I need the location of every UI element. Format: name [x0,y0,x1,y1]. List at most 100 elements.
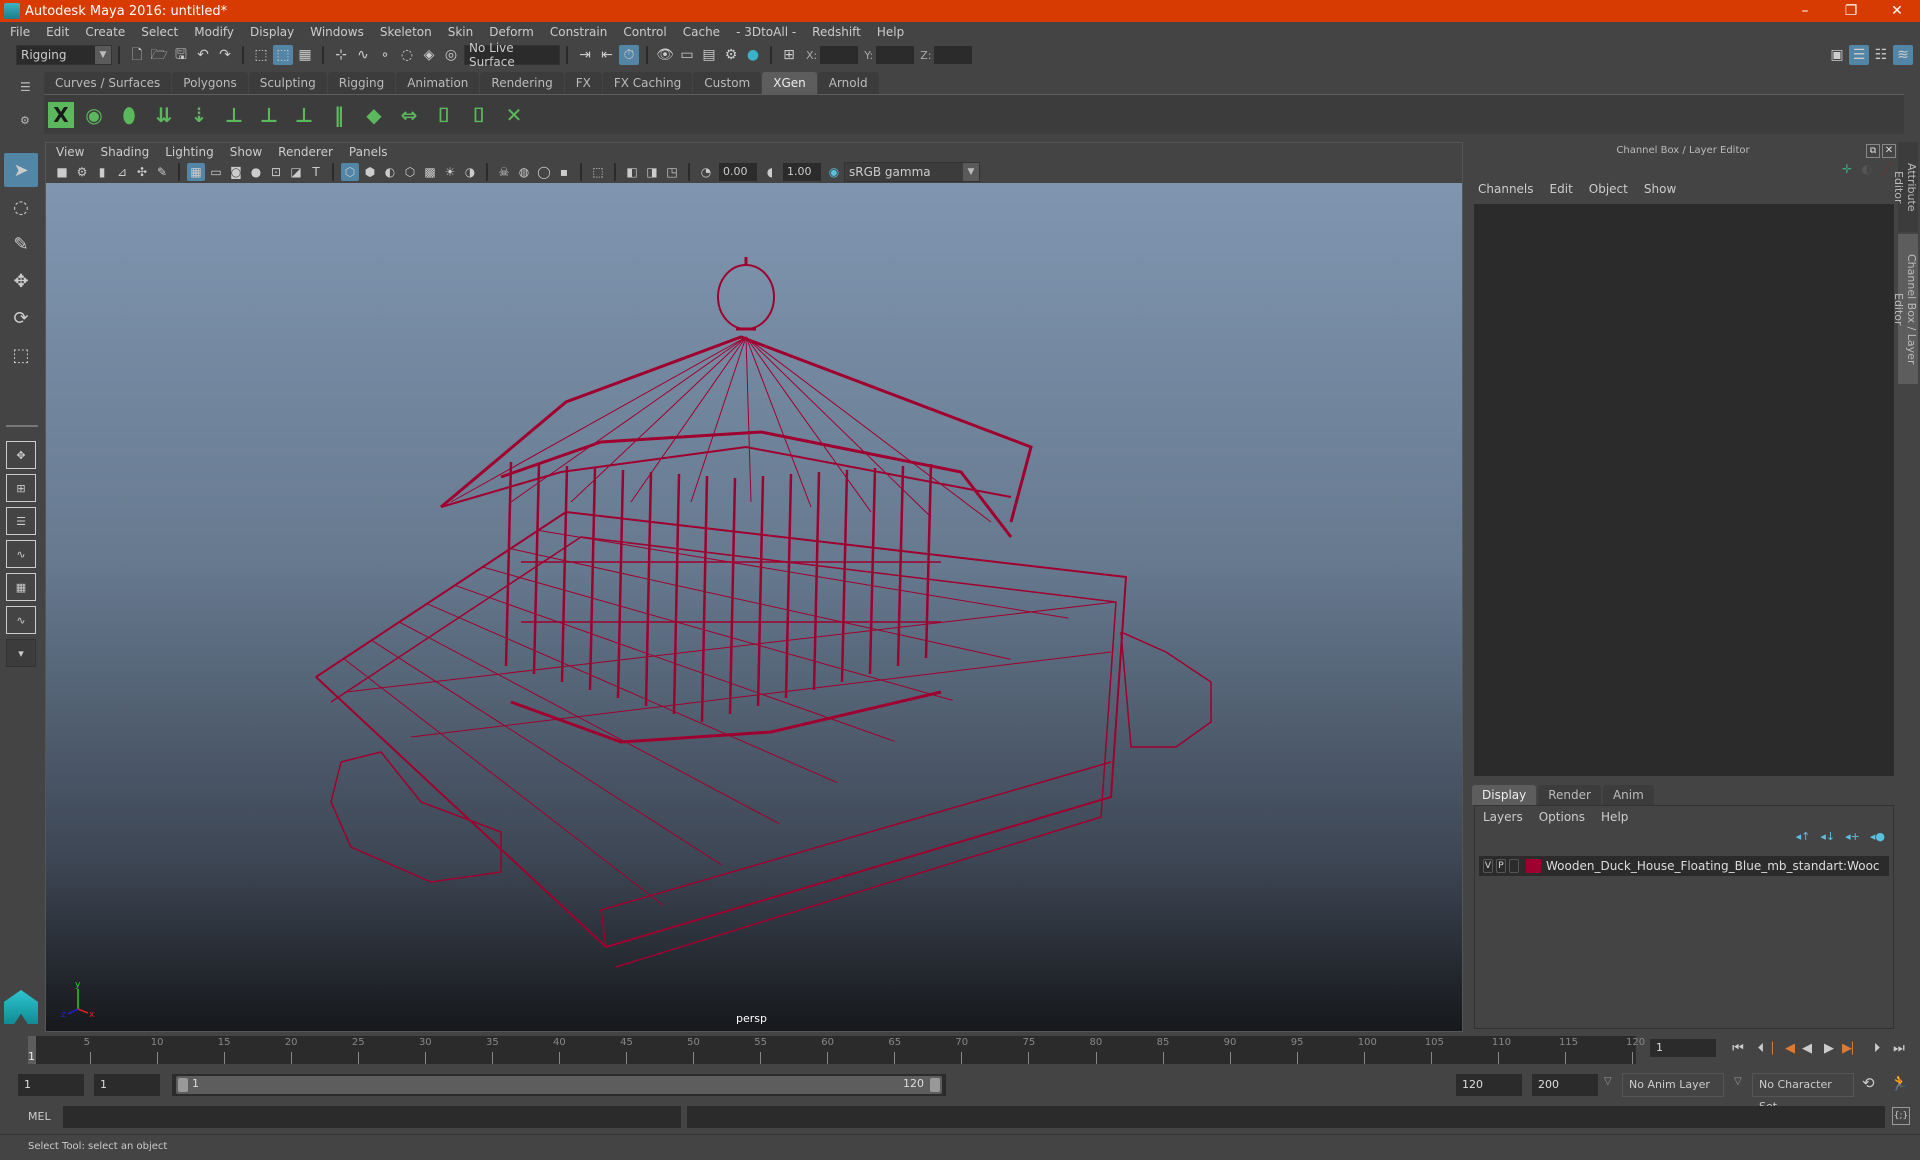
layer-display-type-toggle[interactable] [1509,859,1519,873]
xgen-editor-icon[interactable]: X [48,101,74,128]
anim-layer-dropdown[interactable]: No Anim Layer [1622,1073,1724,1097]
shelf-tab-rigging[interactable]: Rigging [327,72,396,94]
select-object-icon[interactable]: ⬚ [273,45,293,65]
motion-blur-icon[interactable]: ◍ [515,163,533,181]
lights-icon[interactable]: ☀ [441,163,459,181]
anti-aliasing-icon[interactable]: ◯ [535,163,553,181]
xgen-hide-icon[interactable]: ⬮ [114,100,144,130]
layer-row[interactable]: V P Wooden_Duck_House_Floating_Blue_mb_s… [1479,856,1889,876]
cb-menu-object[interactable]: Object [1589,182,1628,196]
speed-icon[interactable]: ◐ [1862,162,1872,176]
scene-end-field[interactable]: 200 [1532,1074,1598,1096]
restore-button[interactable]: ❐ [1828,0,1874,22]
exposure-field[interactable]: 0.00 [719,163,757,181]
menu-select[interactable]: Select [141,25,178,39]
transform-mode-icon[interactable]: ⊞ [779,45,799,65]
xgen-guides-icon[interactable]: ‖ [324,100,354,130]
cb-menu-show[interactable]: Show [1644,182,1676,196]
hyper-icon[interactable]: ╱ [1883,162,1890,176]
xgen-select-guide-icon[interactable]: ⇣ [184,100,214,130]
gamma-field[interactable]: 1.00 [783,163,821,181]
shelf-tab-sculpting[interactable]: Sculpting [248,72,327,94]
select-hierarchy-icon[interactable]: ⬚ [251,45,271,65]
y-field[interactable]: Y: [864,46,915,64]
side-tab-channel-box[interactable]: Channel Box / Layer Editor [1892,234,1918,384]
float-panel-button[interactable]: ⧉ [1866,144,1880,158]
step-forward-frame-button[interactable]: ▶⎸ [1842,1039,1865,1059]
save-scene-icon[interactable]: 🖫 [171,45,191,65]
script-editor-icon[interactable]: {;} [1892,1107,1910,1125]
range-slider[interactable]: 1 120 [172,1074,946,1096]
tool-settings-icon[interactable]: ☷ [1871,45,1891,65]
snap-surface-icon[interactable]: ◎ [441,45,461,65]
viewport-menu-shading[interactable]: Shading [100,145,149,159]
menu-deform[interactable]: Deform [489,25,534,39]
new-layer-icon[interactable]: ◂+ [1845,830,1860,843]
resolution-gate-icon[interactable]: ◙ [227,163,245,181]
layer-playback-toggle[interactable]: P [1496,859,1506,873]
grease-pencil-icon[interactable]: ✎ [153,163,171,181]
shelf-menu-icon[interactable]: ☰ [20,80,31,94]
wireframe-icon[interactable]: ⬡ [341,163,359,181]
lasso-tool-icon[interactable]: ◌ [4,190,38,224]
chevron-down-icon[interactable]: ▽ [1734,1076,1742,1087]
mode-dropdown[interactable]: Rigging ▼ [16,45,112,65]
move-layer-up-icon[interactable]: ◂↑ [1796,830,1811,843]
play-forwards-button[interactable]: ▶ [1818,1039,1840,1059]
attribute-editor-toggle-icon[interactable]: ☰ [1849,45,1869,65]
layer-menu-layers[interactable]: Layers [1483,810,1523,824]
gate-mask-icon[interactable]: ● [247,163,265,181]
color-management-toggle-icon[interactable]: ◉ [825,163,843,181]
menu-constrain[interactable]: Constrain [550,25,608,39]
menu-edit[interactable]: Edit [46,25,69,39]
layer-menu-options[interactable]: Options [1539,810,1585,824]
cb-menu-channels[interactable]: Channels [1478,182,1534,196]
use-default-material-icon[interactable]: ◐ [381,163,399,181]
current-frame-field[interactable]: 1 [1650,1039,1716,1057]
shelf-tab-xgen[interactable]: XGen [762,72,817,94]
viewport-menu-renderer[interactable]: Renderer [278,145,333,159]
channel-box-toggle-icon[interactable]: ≋ [1893,45,1913,65]
time-slider-track[interactable]: 1 5 10 15 20 25 30 35 40 45 50 55 60 65 70 75 80 85 90 95 1… [28,1036,1645,1064]
xgen-guide-lock-icon[interactable]: ⊥ [289,100,319,130]
animation-preferences-icon[interactable]: 🏃 [1890,1074,1909,1092]
hypershade-layout-icon[interactable]: ▦ [6,573,36,601]
viewport-menu-lighting[interactable]: Lighting [165,145,214,159]
side-tab-attribute-editor[interactable]: Attribute Editor [1892,142,1918,232]
snap-live-icon[interactable]: ◈ [419,45,439,65]
persp-outliner-layout-icon[interactable]: ☰ [6,507,36,535]
scene-start-field[interactable]: 1 [18,1074,84,1096]
grid-toggle-icon[interactable]: ▦ [187,163,205,181]
single-perspective-layout-icon[interactable]: ✥ [6,441,36,469]
menu-file[interactable]: File [10,25,30,39]
menu-windows[interactable]: Windows [310,25,364,39]
xgen-guide-view-icon[interactable]: ⊥ [254,100,284,130]
textured-icon[interactable]: ▩ [421,163,439,181]
shelf-tab-custom[interactable]: Custom [693,72,762,94]
smooth-shade-icon[interactable]: ⬢ [361,163,379,181]
menu-control[interactable]: Control [623,25,666,39]
snap-point-icon[interactable]: ∘ [375,45,395,65]
viewport-menu-view[interactable]: View [56,145,84,159]
persp-graph-layout-icon[interactable]: ∿ [6,540,36,568]
rotate-tool-icon[interactable]: ⟳ [4,301,38,335]
range-end-handle[interactable] [930,1078,940,1092]
bookmark-icon[interactable]: ▮ [93,163,111,181]
command-language-label[interactable]: MEL [28,1110,51,1123]
select-tool-icon[interactable]: ➤ [4,153,38,187]
command-input[interactable] [63,1106,681,1128]
menu-3dtoall[interactable]: - 3DtoAll - [736,25,796,39]
move-layer-down-icon[interactable]: ◂↓ [1820,830,1835,843]
x-field[interactable]: X: [806,46,859,64]
playback-end-field[interactable]: 120 [1456,1074,1522,1096]
close-panel-button[interactable]: ✕ [1882,144,1896,158]
camera-attributes-icon[interactable]: ⚙ [73,163,91,181]
image-plane-icon[interactable]: ⊿ [113,163,131,181]
xray-joints-icon[interactable]: ◳ [663,163,681,181]
cb-menu-edit[interactable]: Edit [1550,182,1573,196]
new-layer-selected-icon[interactable]: ◂● [1870,830,1885,843]
layer-visibility-toggle[interactable]: V [1483,859,1493,873]
snap-view-plane-icon[interactable]: ◌ [397,45,417,65]
open-scene-icon[interactable]: 🗁 [149,45,169,65]
safe-action-icon[interactable]: ◪ [287,163,305,181]
